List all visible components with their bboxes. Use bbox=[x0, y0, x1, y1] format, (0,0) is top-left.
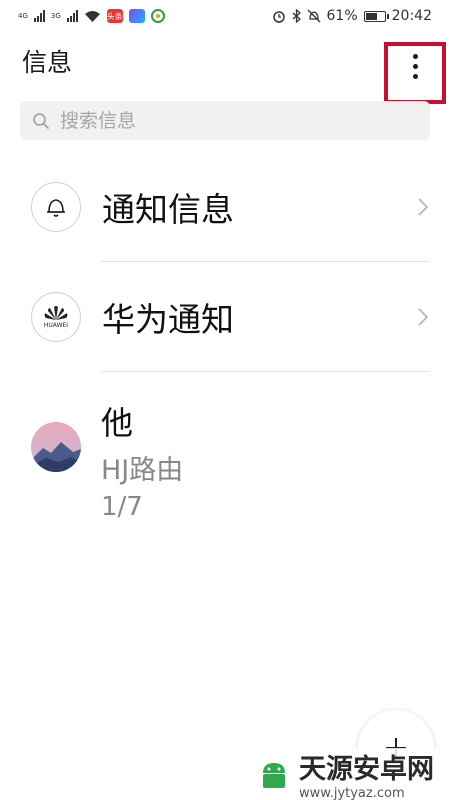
message-list: 通知信息 HUAWEI 华为通知 他 HJ路由 1/7 bbox=[0, 152, 450, 522]
chevron-right-icon bbox=[418, 308, 428, 326]
search-bar[interactable] bbox=[20, 101, 430, 140]
search-input[interactable] bbox=[60, 109, 400, 132]
more-vertical-icon bbox=[412, 53, 418, 59]
conversation-item[interactable]: 他 HJ路由 1/7 bbox=[0, 372, 450, 522]
list-item-label: 通知信息 bbox=[102, 190, 234, 229]
alarm-icon bbox=[272, 11, 285, 23]
status-right: 61% 20:42 bbox=[272, 8, 432, 24]
status-left: 4G 3G 头条 bbox=[18, 9, 165, 23]
signal-icon-2 bbox=[66, 10, 78, 22]
conversation-preview: HJ路由 bbox=[101, 455, 184, 486]
status-bar: 4G 3G 头条 61% 20:42 bbox=[0, 0, 450, 32]
app-header: 信息 bbox=[0, 32, 450, 104]
network-4g: 4G bbox=[18, 11, 28, 20]
huawei-logo-text: HUAWEI bbox=[43, 322, 69, 329]
wifi-icon bbox=[84, 10, 100, 22]
list-item-notifications[interactable]: 通知信息 bbox=[0, 152, 450, 262]
bell-icon bbox=[31, 182, 81, 232]
list-item-label: 华为通知 bbox=[102, 300, 234, 339]
net-label-3g: 3G bbox=[50, 11, 61, 20]
watermark: 天源安卓网 www.jytyaz.com bbox=[255, 748, 450, 800]
mute-bell-icon bbox=[307, 9, 320, 23]
android-logo-icon bbox=[263, 763, 285, 788]
huawei-logo-icon: HUAWEI bbox=[31, 292, 81, 342]
watermark-text: 天源安卓网 www.jytyaz.com bbox=[299, 747, 434, 800]
page-title: 信息 bbox=[22, 48, 73, 77]
conversation-name: 他 bbox=[101, 404, 134, 442]
avatar bbox=[31, 422, 81, 472]
list-item-huawei[interactable]: HUAWEI 华为通知 bbox=[0, 262, 450, 372]
battery-percent: 61% bbox=[326, 8, 358, 24]
net-label-4g: 4G bbox=[18, 11, 28, 20]
watermark-title: 天源安卓网 bbox=[299, 754, 434, 785]
bluetooth-icon bbox=[292, 9, 301, 23]
video-app-icon bbox=[128, 9, 145, 23]
network-3g: 3G bbox=[50, 11, 61, 20]
signal-icon bbox=[33, 10, 45, 22]
browser-app-icon bbox=[150, 9, 165, 23]
huawei-petals bbox=[44, 306, 68, 320]
search-icon bbox=[33, 112, 49, 129]
chevron-right-icon bbox=[418, 198, 428, 216]
toutiao-app-text: 头条 bbox=[106, 11, 123, 21]
more-menu-button[interactable] bbox=[393, 44, 437, 88]
battery-fill bbox=[365, 12, 377, 20]
battery-icon bbox=[363, 10, 389, 22]
clock: 20:42 bbox=[391, 8, 432, 24]
more-vertical-icon-dot bbox=[412, 63, 418, 69]
watermark-url: www.jytyaz.com bbox=[299, 786, 405, 800]
toutiao-app-icon: 头条 bbox=[106, 9, 123, 23]
conversation-count: 1/7 bbox=[101, 492, 143, 522]
more-vertical-icon-dot bbox=[412, 73, 418, 79]
